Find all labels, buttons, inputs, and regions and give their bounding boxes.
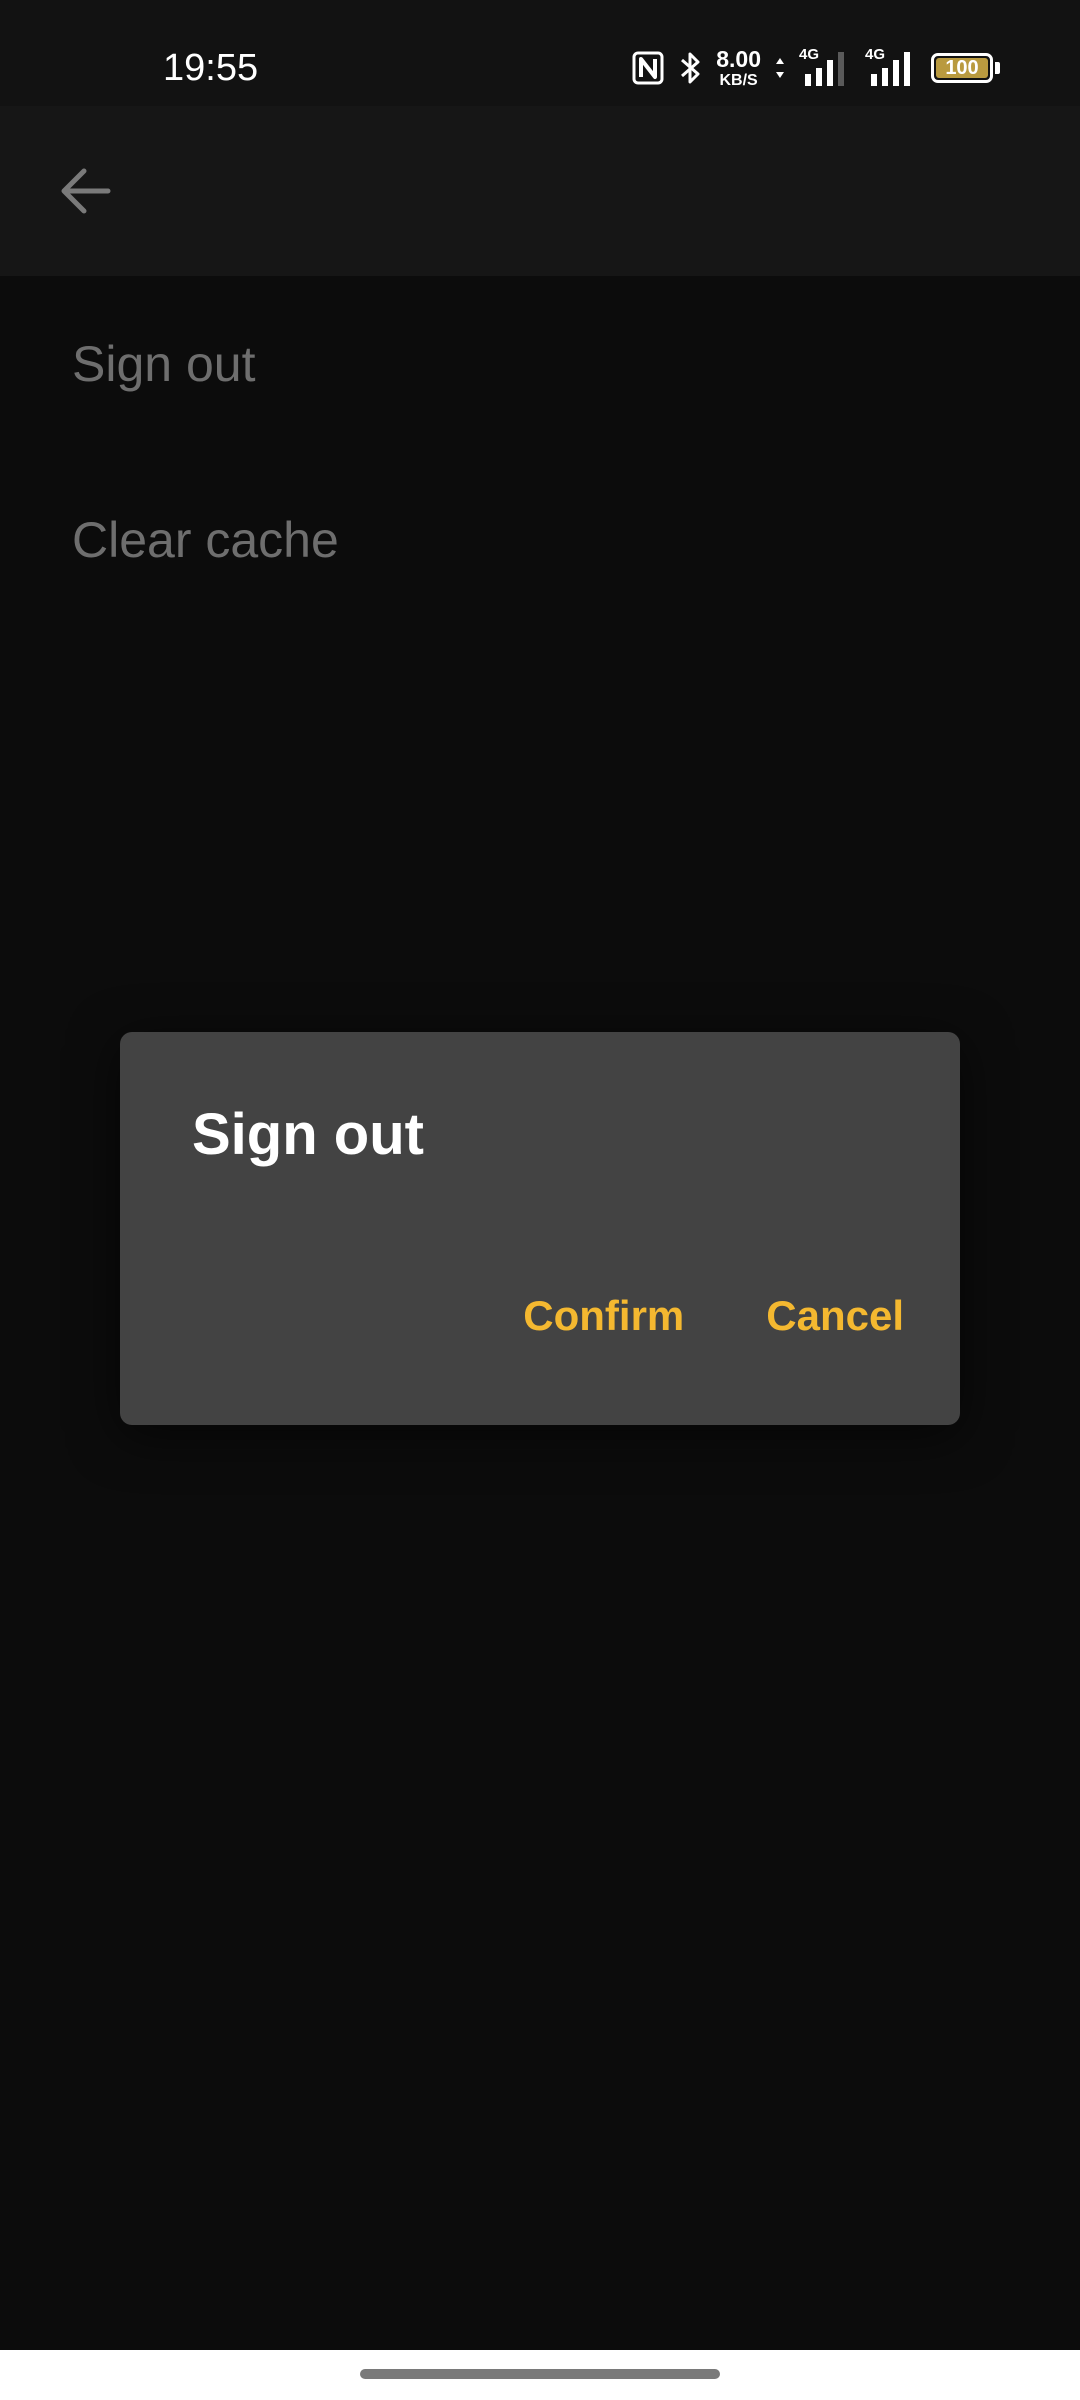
dialog-title: Sign out bbox=[192, 1102, 424, 1167]
bluetooth-icon bbox=[678, 50, 702, 86]
cancel-button[interactable]: Cancel bbox=[766, 1292, 904, 1340]
network-type-label-2: 4G bbox=[865, 46, 886, 63]
nfc-icon bbox=[632, 51, 664, 85]
status-bar: 19:55 8.00 KB/S 4G 4G 100 bbox=[0, 0, 1080, 106]
app-bar bbox=[0, 106, 1080, 276]
settings-item-sign-out[interactable]: Sign out bbox=[0, 276, 1080, 452]
data-arrows-icon bbox=[775, 57, 785, 79]
battery-icon: 100 bbox=[931, 53, 993, 83]
network-speed-value: 8.00 bbox=[716, 45, 761, 72]
status-icons: 8.00 KB/S 4G 4G 100 bbox=[632, 44, 1000, 92]
home-indicator[interactable] bbox=[360, 2369, 720, 2379]
dialog-actions: Confirm Cancel bbox=[523, 1292, 904, 1340]
screen: 19:55 8.00 KB/S 4G 4G 100 Sign out Clear… bbox=[0, 0, 1080, 2400]
settings-item-clear-cache[interactable]: Clear cache bbox=[0, 452, 1080, 628]
signal-icon-2: 4G bbox=[865, 46, 917, 88]
settings-list: Sign out Clear cache bbox=[0, 276, 1080, 628]
network-type-label-1: 4G bbox=[799, 46, 820, 63]
settings-item-label: Clear cache bbox=[72, 512, 339, 568]
network-speed: 8.00 KB/S bbox=[716, 45, 761, 89]
confirm-button[interactable]: Confirm bbox=[523, 1292, 684, 1340]
arrow-left-icon bbox=[61, 168, 111, 214]
navigation-bar bbox=[0, 2350, 1080, 2400]
settings-item-label: Sign out bbox=[72, 336, 256, 392]
battery-tip bbox=[995, 62, 1000, 74]
sign-out-dialog: Sign out Confirm Cancel bbox=[120, 1032, 960, 1425]
status-time: 19:55 bbox=[163, 47, 259, 89]
back-button[interactable] bbox=[50, 156, 120, 226]
battery-level: 100 bbox=[945, 56, 979, 79]
network-speed-unit: KB/S bbox=[719, 71, 758, 89]
signal-icon-1: 4G bbox=[799, 46, 851, 88]
